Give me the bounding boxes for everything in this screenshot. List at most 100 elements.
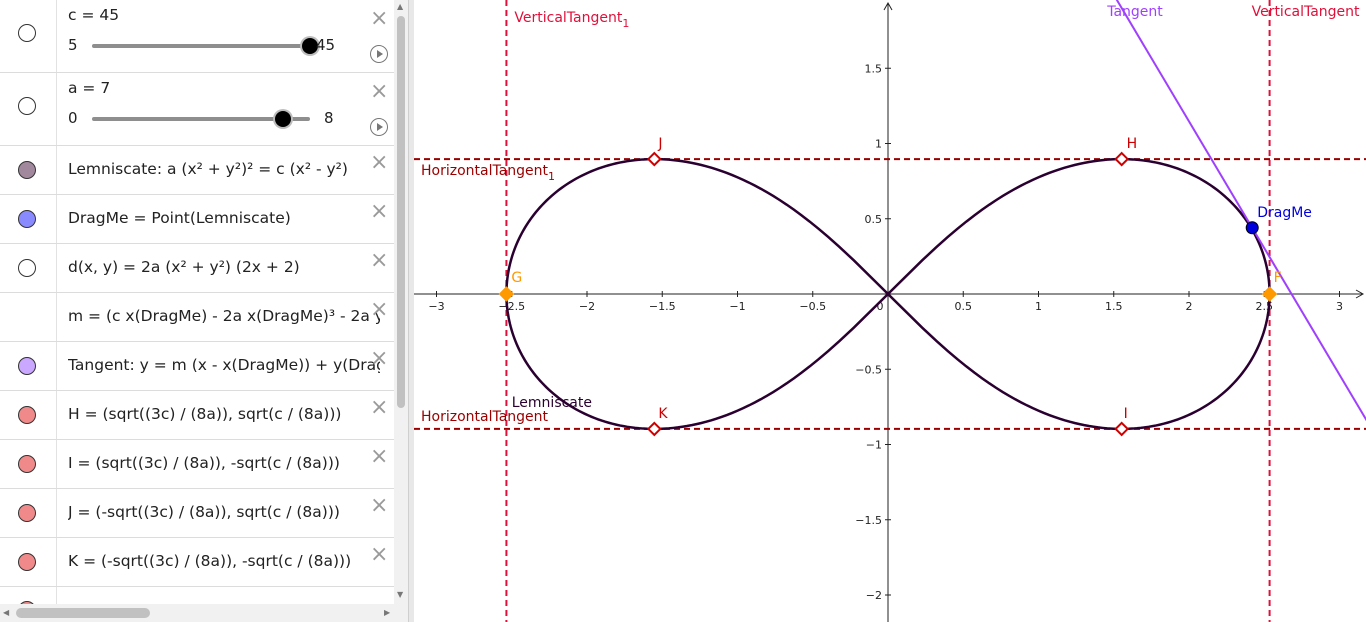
algebra-row-text[interactable]: Lemniscate: a (x² + y²)² = c (x² - y²) — [68, 160, 380, 178]
vertical-tangent-1-label: VerticalTangent1 — [514, 10, 629, 30]
gutter — [0, 293, 57, 341]
algebra-row-text[interactable]: J = (-sqrt((3c) / (8a)), sqrt(c / (8a))) — [68, 503, 380, 521]
algebra-row-text[interactable]: I = (sqrt((3c) / (8a)), -sqrt(c / (8a))) — [68, 454, 380, 472]
x-tick-label: 1 — [1035, 300, 1042, 313]
close-icon[interactable]: × — [370, 201, 388, 223]
algebra-row-k[interactable]: K = (-sqrt((3c) / (8a)), -sqrt(c / (8a))… — [0, 538, 394, 587]
visibility-toggle[interactable] — [18, 406, 36, 424]
close-icon[interactable]: × — [370, 397, 388, 419]
algebra-row-text[interactable]: Tangent: y = m (x - x(DragMe)) + y(DragM… — [68, 356, 380, 374]
x-tick-label: −2 — [579, 300, 595, 313]
point-h[interactable] — [1114, 151, 1130, 167]
visibility-toggle[interactable] — [18, 161, 36, 179]
point-j-label: J — [657, 136, 662, 152]
close-icon[interactable]: × — [370, 299, 388, 321]
vertical-scrollbar[interactable]: ▲ ▼ — [394, 0, 408, 604]
close-icon[interactable]: × — [370, 152, 388, 174]
visibility-toggle[interactable] — [18, 259, 36, 277]
algebra-row-lemniscate[interactable]: Lemniscate: a (x² + y²)² = c (x² - y²) × — [0, 146, 394, 195]
x-tick-label: −0.5 — [799, 300, 826, 313]
point-f[interactable] — [1261, 286, 1278, 302]
gutter — [0, 342, 57, 390]
algebra-row-text[interactable]: K = (-sqrt((3c) / (8a)), -sqrt(c / (8a))… — [68, 552, 380, 570]
graphics-view[interactable]: −3 −2.5 −2 −1.5 −1 −0.5 0 0.5 1 1.5 2 2.5 3 1.5 1 0.5 −0… — [414, 0, 1366, 622]
guide-lines — [414, 0, 1366, 622]
graphics-canvas[interactable]: −3 −2.5 −2 −1.5 −1 −0.5 0 0.5 1 1.5 2 2.5 31.510.5−0… — [414, 0, 1366, 622]
y-tick-label: 0.5 — [865, 213, 883, 226]
slider-c-max: 45 — [316, 36, 336, 54]
algebra-row-text[interactable]: DragMe = Point(Lemniscate) — [68, 209, 380, 227]
close-icon[interactable]: × — [370, 544, 388, 566]
slider-c-label[interactable]: c = 45 — [68, 6, 380, 24]
algebra-row-text[interactable]: m = (c x(DragMe) - 2a x(DragMe)³ - 2a y — [68, 307, 380, 325]
gutter — [0, 391, 57, 439]
x-tick-label: −1 — [729, 300, 745, 313]
lemniscate-label: Lemniscate — [512, 395, 592, 411]
horizontal-tangent-1-label: HorizontalTangent1 — [421, 163, 555, 183]
horizontal-scrollbar[interactable]: ◀ ▶ — [0, 604, 408, 622]
visibility-toggle[interactable] — [18, 357, 36, 375]
y-tick-label: −1.5 — [855, 514, 882, 527]
algebra-row-m[interactable]: m = (c x(DragMe) - 2a x(DragMe)³ - 2a y … — [0, 293, 394, 342]
point-dragme[interactable] — [1245, 221, 1259, 235]
visibility-toggle[interactable] — [18, 455, 36, 473]
close-icon[interactable]: × — [370, 81, 388, 103]
close-icon[interactable]: × — [370, 446, 388, 468]
gutter — [0, 146, 57, 194]
visibility-toggle[interactable] — [18, 210, 36, 228]
point-g[interactable] — [498, 286, 515, 302]
slider-c-track[interactable] — [92, 38, 318, 54]
slider-c-min: 5 — [68, 36, 78, 54]
algebra-view: c = 45 × 5 45 a = 7 × 0 8 Lemniscate: a … — [0, 0, 410, 622]
play-icon[interactable] — [370, 45, 388, 63]
visibility-toggle-c[interactable] — [18, 24, 36, 42]
gutter — [0, 244, 57, 292]
x-tick-label: 2 — [1186, 300, 1193, 313]
algebra-row-i[interactable]: I = (sqrt((3c) / (8a)), -sqrt(c / (8a)))… — [0, 440, 394, 489]
vertical-scroll-thumb[interactable] — [397, 16, 405, 408]
close-icon[interactable]: × — [370, 495, 388, 517]
point-j[interactable] — [646, 151, 662, 167]
y-tick-label: −1 — [866, 439, 882, 452]
algebra-row-h[interactable]: H = (sqrt((3c) / (8a)), sqrt(c / (8a))) … — [0, 391, 394, 440]
scroll-down-icon[interactable]: ▼ — [397, 590, 403, 599]
point-g-label: G — [511, 270, 522, 286]
x-tick-label: 1.5 — [1105, 300, 1123, 313]
algebra-row-text[interactable]: H = (sqrt((3c) / (8a)), sqrt(c / (8a))) — [68, 405, 380, 423]
gutter — [0, 73, 57, 145]
y-tick-label: 1.5 — [865, 62, 883, 75]
algebra-row-j[interactable]: J = (-sqrt((3c) / (8a)), sqrt(c / (8a)))… — [0, 489, 394, 538]
visibility-toggle[interactable] — [18, 553, 36, 571]
scroll-right-icon[interactable]: ▶ — [384, 608, 390, 617]
algebra-row-text[interactable]: d(x, y) = 2a (x² + y²) (2x + 2) — [68, 258, 380, 276]
point-h-label: H — [1127, 136, 1138, 152]
point-k[interactable] — [646, 421, 662, 437]
slider-a-label[interactable]: a = 7 — [68, 79, 380, 97]
close-icon[interactable]: × — [370, 348, 388, 370]
axes — [414, 1, 1365, 622]
slider-a-track[interactable] — [92, 111, 310, 127]
scroll-left-icon[interactable]: ◀ — [3, 608, 9, 617]
gutter — [0, 440, 57, 488]
visibility-toggle[interactable] — [18, 504, 36, 522]
point-i[interactable] — [1114, 421, 1130, 437]
tangent-line[interactable] — [738, 0, 1366, 451]
point-f-label: F — [1274, 270, 1282, 286]
visibility-toggle-a[interactable] — [18, 97, 36, 115]
close-icon[interactable]: × — [370, 8, 388, 30]
scroll-up-icon[interactable]: ▲ — [397, 2, 403, 11]
x-tick-label: −2.5 — [498, 300, 525, 313]
play-icon[interactable] — [370, 118, 388, 136]
gutter — [0, 195, 57, 243]
slider-a-min: 0 — [68, 109, 78, 127]
horizontal-scroll-thumb[interactable] — [16, 608, 150, 618]
y-tick-label: −2 — [866, 589, 882, 602]
algebra-row-d[interactable]: d(x, y) = 2a (x² + y²) (2x + 2) × — [0, 244, 394, 293]
x-tick-label: −1.5 — [649, 300, 676, 313]
vertical-tangent-label: VerticalTangent — [1252, 4, 1360, 20]
algebra-row-dragme[interactable]: DragMe = Point(Lemniscate) × — [0, 195, 394, 244]
close-icon[interactable]: × — [370, 250, 388, 272]
algebra-row-tangent[interactable]: Tangent: y = m (x - x(DragMe)) + y(DragM… — [0, 342, 394, 391]
gutter — [0, 0, 57, 72]
slider-a-thumb[interactable] — [274, 111, 291, 127]
